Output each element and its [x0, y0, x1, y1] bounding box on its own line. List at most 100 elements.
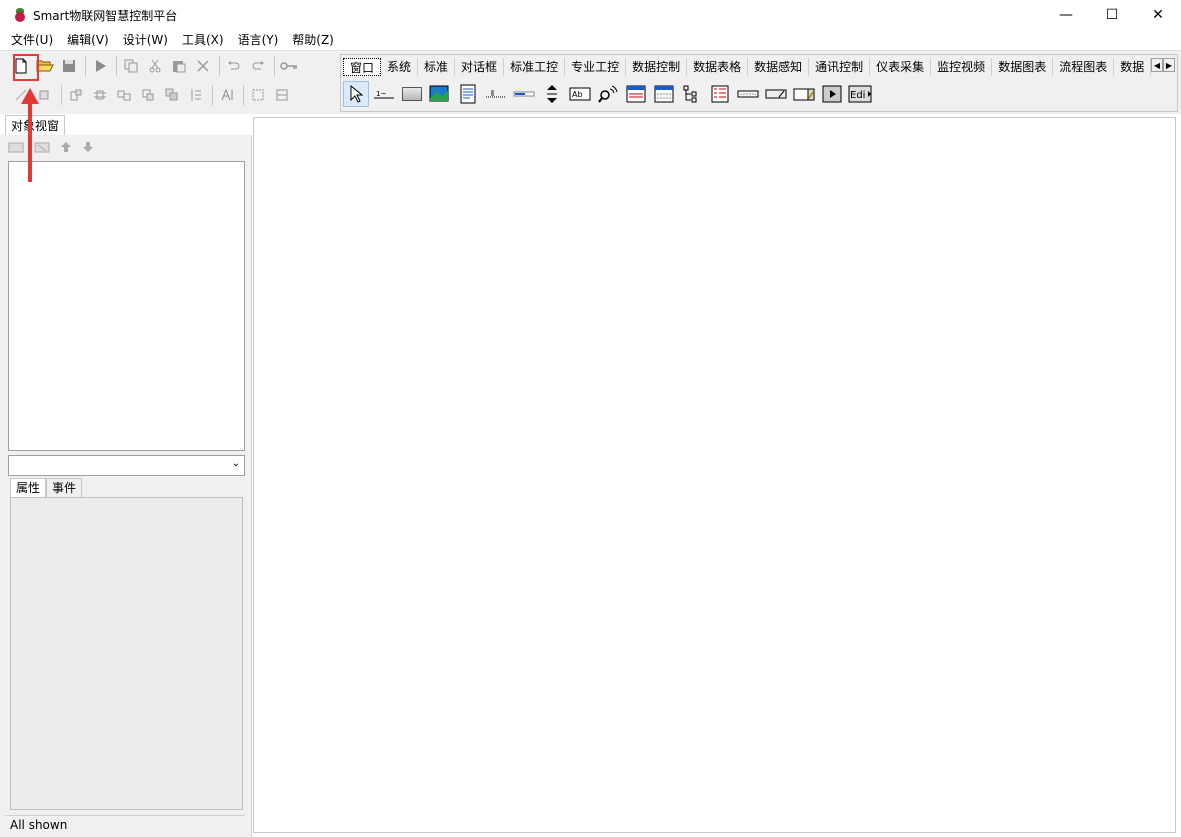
edit-dropdown-icon[interactable]: Edi — [847, 81, 873, 107]
palette-tab-data-chart[interactable]: 数据图表 — [992, 58, 1054, 76]
align-icon[interactable] — [161, 84, 183, 106]
object-selector-combo[interactable]: ⌄ — [8, 455, 245, 476]
add-object-icon[interactable] — [8, 141, 24, 156]
copy-icon[interactable] — [120, 55, 142, 77]
menu-edit[interactable]: 编辑(V) — [60, 30, 116, 50]
remove-object-icon[interactable] — [34, 141, 50, 156]
image-component-icon[interactable] — [427, 81, 453, 107]
menu-design[interactable]: 设计(W) — [116, 30, 175, 50]
delete-icon[interactable] — [192, 55, 214, 77]
palette-components: 1~ Ab Edi — [343, 80, 875, 108]
slider-component-icon[interactable] — [483, 81, 509, 107]
toolbar-separator — [243, 85, 244, 105]
chevron-down-icon: ⌄ — [231, 458, 240, 469]
minimize-button[interactable]: — — [1043, 0, 1089, 30]
move-up-icon[interactable] — [60, 141, 72, 156]
palette-tab-system[interactable]: 系统 — [381, 58, 419, 76]
cut-icon[interactable] — [144, 55, 166, 77]
paste-icon[interactable] — [168, 55, 190, 77]
panel-component-icon[interactable] — [399, 81, 425, 107]
masked-edit-icon[interactable] — [763, 81, 789, 107]
property-grid[interactable] — [10, 497, 243, 810]
toolbar-separator — [219, 56, 220, 76]
palette-tab-standard[interactable]: 标准 — [418, 58, 456, 76]
window-form-icon[interactable] — [623, 81, 649, 107]
tab-properties[interactable]: 属性 — [10, 478, 47, 497]
palette-tab-data-grid[interactable]: 数据表格 — [687, 58, 749, 76]
label-component-icon[interactable]: 1~ — [371, 81, 397, 107]
layout-toolbar — [10, 84, 295, 106]
align-icon[interactable] — [65, 84, 87, 106]
component-palette: 窗口 系统 标准 对话框 标准工控 专业工控 数据控制 数据表格 数据感知 通讯… — [340, 54, 1178, 112]
palette-scroll-left-button[interactable]: ◀ — [1151, 58, 1163, 72]
palette-tab-data-sensing[interactable]: 数据感知 — [748, 58, 810, 76]
palette-scroll: ◀ ▶ — [1151, 58, 1175, 72]
palette-tab-pro-industrial[interactable]: 专业工控 — [565, 58, 627, 76]
toolbar-separator — [61, 85, 62, 105]
object-view-tabs: 对象视窗 — [5, 115, 66, 135]
new-button-highlight — [13, 54, 39, 81]
svg-text:Ab: Ab — [572, 90, 583, 99]
spin-component-icon[interactable] — [539, 81, 565, 107]
move-down-icon[interactable] — [82, 141, 94, 156]
group-icon[interactable] — [247, 84, 269, 106]
tree-view-icon[interactable] — [679, 81, 705, 107]
palette-tab-comm-control[interactable]: 通讯控制 — [809, 58, 871, 76]
status-bar: All shown — [5, 815, 245, 833]
run-icon[interactable] — [89, 55, 111, 77]
ungroup-icon[interactable] — [271, 84, 293, 106]
menu-help[interactable]: 帮助(Z) — [285, 30, 341, 50]
standard-toolbar — [10, 55, 302, 77]
object-tree[interactable] — [8, 161, 245, 451]
toolbar-separator — [116, 56, 117, 76]
title-bar: Smart物联网智慧控制平台 — ☐ ✕ — [0, 0, 1181, 30]
palette-tab-standard-industrial[interactable]: 标准工控 — [504, 58, 566, 76]
menu-tools[interactable]: 工具(X) — [175, 30, 231, 50]
palette-tab-flow-chart[interactable]: 流程图表 — [1053, 58, 1115, 76]
menu-file[interactable]: 文件(U) — [4, 30, 60, 50]
align-icon[interactable] — [89, 84, 111, 106]
design-canvas[interactable] — [253, 117, 1176, 833]
edit-field-icon[interactable] — [735, 81, 761, 107]
save-icon[interactable] — [58, 55, 80, 77]
memo-component-icon[interactable] — [455, 81, 481, 107]
toolbar-separator — [212, 85, 213, 105]
object-toolbar — [8, 141, 104, 156]
progress-component-icon[interactable] — [511, 81, 537, 107]
menu-language[interactable]: 语言(Y) — [231, 30, 286, 50]
align-icon[interactable] — [137, 84, 159, 106]
svg-text:1~: 1~ — [376, 90, 386, 98]
undo-icon[interactable] — [223, 55, 245, 77]
text-edit-component-icon[interactable]: Ab — [567, 81, 593, 107]
close-button[interactable]: ✕ — [1135, 0, 1181, 30]
palette-tab-video[interactable]: 监控视频 — [931, 58, 993, 76]
calendar-grid-icon[interactable] — [651, 81, 677, 107]
redo-icon[interactable] — [247, 55, 269, 77]
align-icon[interactable] — [113, 84, 135, 106]
svg-text:Edi: Edi — [850, 90, 865, 101]
palette-tabs: 窗口 系统 标准 对话框 标准工控 专业工控 数据控制 数据表格 数据感知 通讯… — [343, 57, 1151, 77]
tab-object-view[interactable]: 对象视窗 — [5, 115, 66, 135]
palette-scroll-right-button[interactable]: ▶ — [1163, 58, 1175, 72]
palette-tab-window[interactable]: 窗口 — [343, 58, 382, 76]
palette-tab-dialog[interactable]: 对话框 — [455, 58, 505, 76]
media-player-icon[interactable] — [819, 81, 845, 107]
tab-events[interactable]: 事件 — [46, 478, 83, 497]
edit-button-icon[interactable] — [791, 81, 817, 107]
text-format-icon[interactable] — [216, 84, 238, 106]
palette-tab-data-control[interactable]: 数据控制 — [626, 58, 688, 76]
search-signal-icon[interactable] — [595, 81, 621, 107]
window-title: Smart物联网智慧控制平台 — [33, 8, 178, 23]
raspberry-app-icon — [13, 8, 27, 22]
maximize-button[interactable]: ☐ — [1089, 0, 1135, 30]
toolbar-separator — [274, 56, 275, 76]
palette-tab-data-more[interactable]: 数据 — [1114, 58, 1151, 76]
annotation-arrow-line — [28, 100, 32, 182]
list-view-icon[interactable] — [707, 81, 733, 107]
key-icon[interactable] — [278, 55, 300, 77]
inspector-tabs: 属性 事件 — [10, 478, 83, 497]
pointer-icon[interactable] — [343, 81, 369, 107]
left-pane: ⌄ 属性 事件 All shown — [0, 135, 252, 837]
palette-tab-instrument[interactable]: 仪表采集 — [870, 58, 932, 76]
align-icon[interactable] — [185, 84, 207, 106]
